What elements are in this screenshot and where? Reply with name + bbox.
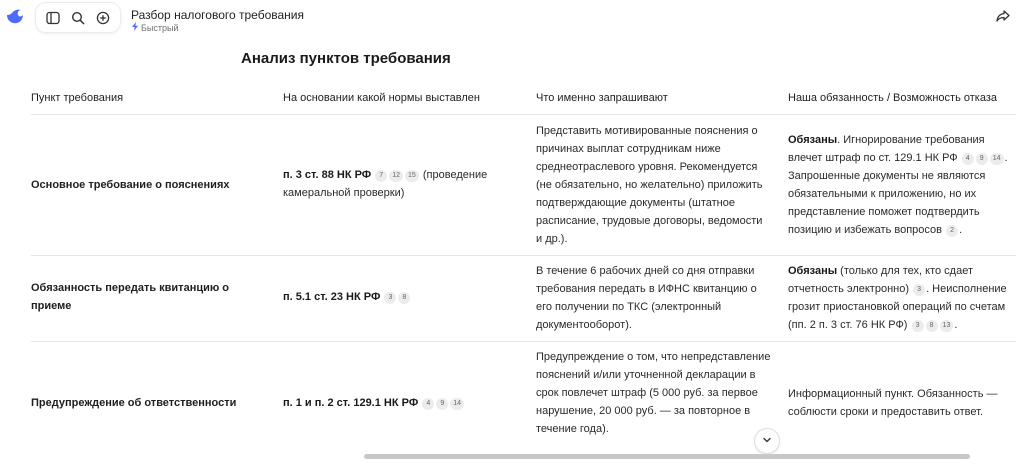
citation-badge[interactable]: 14 <box>450 398 465 410</box>
column-header-item: Пункт требования <box>31 92 124 104</box>
citation-badge[interactable]: 8 <box>925 320 938 332</box>
column-header-request: Что именно запрашивают <box>536 92 668 104</box>
column-header-norm: На основании какой нормы выставлен <box>283 92 480 104</box>
citation-badge[interactable]: 9 <box>436 398 449 410</box>
section-heading: Анализ пунктов требования <box>241 50 451 67</box>
citation-badge[interactable]: 8 <box>398 292 411 304</box>
row-3-request: Предупреждение о том, что непредставлени… <box>536 351 771 435</box>
chevron-down-icon <box>762 432 772 450</box>
citation-badge[interactable]: 14 <box>989 153 1004 165</box>
row-1-item: Основное требование о пояснениях <box>31 179 230 191</box>
row-divider <box>31 341 1016 342</box>
scroll-down-button[interactable] <box>755 429 779 453</box>
row-divider <box>31 255 1016 256</box>
citation-badge[interactable]: 15 <box>405 170 419 182</box>
mode-label: Быстрый <box>141 22 179 33</box>
duty-text: . Запрошенные документы не являются обяз… <box>788 152 1008 236</box>
whale-logo-icon[interactable] <box>6 9 24 25</box>
row-2-duty: Обязаны (только для тех, кто сдает отчет… <box>788 262 1016 334</box>
row-1-duty: Обязаны. Игнорирование требования влечет… <box>788 131 1016 239</box>
row-2-item: Обязанность передать квитанцию о приеме <box>31 282 230 312</box>
duty-text: . <box>954 319 958 331</box>
citation-badge[interactable]: 3 <box>913 284 926 296</box>
citation-badge[interactable]: 13 <box>939 320 954 332</box>
citation-badge[interactable]: 3 <box>911 320 924 332</box>
citation-badge[interactable]: 3 <box>384 292 397 304</box>
horizontal-scrollbar[interactable] <box>364 454 970 459</box>
citation-badge[interactable]: 9 <box>975 153 988 165</box>
row-3-item: Предупреждение об ответственности <box>31 397 237 409</box>
column-header-duty: Наша обязанность / Возможность отказа <box>788 92 997 104</box>
share-icon[interactable] <box>995 8 1011 24</box>
citation-badge[interactable]: 4 <box>422 398 435 410</box>
row-1-norm: п. 3 ст. 88 НК РФ 7 12 15 (проведение каме… <box>283 166 518 202</box>
row-3-norm: п. 1 и п. 2 ст. 129.1 НК РФ 4 9 14 <box>283 394 518 412</box>
search-icon[interactable] <box>67 7 89 29</box>
duty-status: Обязаны <box>788 265 838 277</box>
citation-badge[interactable]: 12 <box>389 170 404 182</box>
duty-status: Обязаны <box>788 134 838 146</box>
row-2-norm: п. 5.1 ст. 23 НК РФ 38 <box>283 288 518 306</box>
plus-circle-icon[interactable] <box>92 7 114 29</box>
norm-ref: п. 3 ст. 88 НК РФ <box>283 169 372 181</box>
citation-badge[interactable]: 2 <box>946 225 959 237</box>
citation-badge[interactable]: 7 <box>375 170 388 182</box>
norm-ref: п. 1 и п. 2 ст. 129.1 НК РФ <box>283 397 419 409</box>
row-1-request: Представить мотивированные пояснения о п… <box>536 125 763 245</box>
citation-badge[interactable]: 4 <box>961 153 974 165</box>
norm-ref: п. 5.1 ст. 23 НК РФ <box>283 291 381 303</box>
lightning-icon <box>131 22 139 33</box>
row-3-duty: Информационный пункт. Обязанность — собл… <box>788 388 998 418</box>
duty-text: . <box>959 224 963 236</box>
row-2-request: В течение 6 рабочих дней со дня отправки… <box>536 265 757 331</box>
header-divider <box>31 114 1016 115</box>
model-mode[interactable]: Быстрый <box>131 22 179 33</box>
top-toolbar <box>36 3 120 32</box>
chat-title: Разбор налогового требования <box>131 8 304 22</box>
sidebar-toggle-icon[interactable] <box>42 7 64 29</box>
